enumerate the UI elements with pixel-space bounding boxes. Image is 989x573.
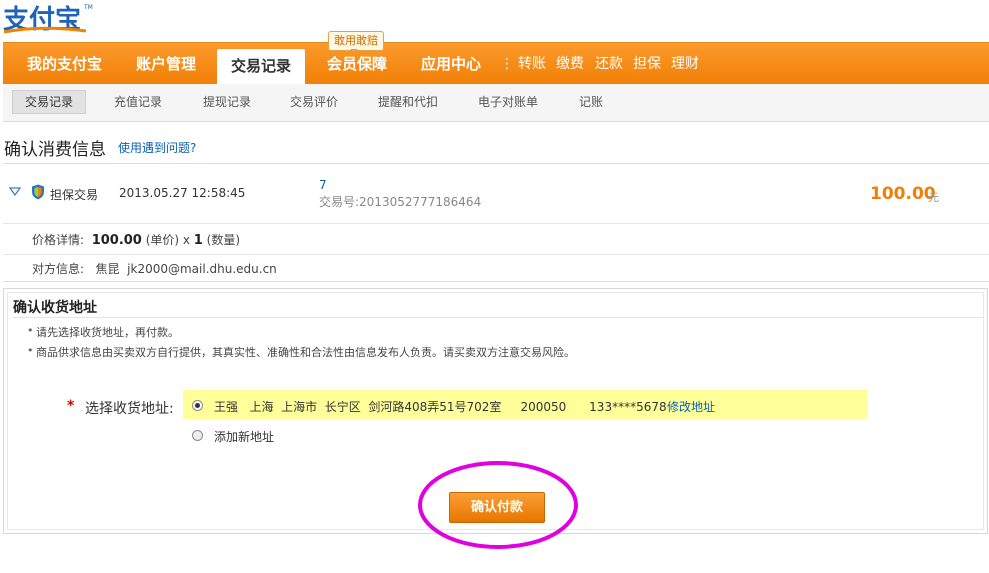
subnav-reminders[interactable]: 提醒和代扣 xyxy=(378,91,438,113)
nav-separator: ⋮ xyxy=(500,56,514,72)
nav-account-management[interactable]: 账户管理 xyxy=(136,43,196,85)
trade-time: 2013.05.27 12:58:45 xyxy=(119,186,246,200)
nav-quick-repay[interactable]: 还款 xyxy=(595,43,623,85)
bubble-tail xyxy=(350,49,358,53)
sub-nav-bar: 交易记录 充值记录 提现记录 交易评价 提醒和代扣 电子对账单 记账 xyxy=(3,84,989,122)
subnav-recharge-records[interactable]: 充值记录 xyxy=(114,91,162,113)
subnav-withdraw-records[interactable]: 提现记录 xyxy=(203,91,251,113)
edit-address-link[interactable]: 修改地址 xyxy=(667,398,715,415)
nav-app-center[interactable]: 应用中心 xyxy=(421,43,481,85)
party-name: 焦昆 xyxy=(95,262,120,276)
tip-select-address: 请先选择收货地址，再付款。 xyxy=(27,324,179,340)
party-info: 对方信息: 焦昆 jk2000@mail.dhu.edu.cn xyxy=(32,260,277,277)
nav-quick-pay-bills[interactable]: 缴费 xyxy=(556,43,584,85)
expand-triangle-icon[interactable] xyxy=(9,187,21,196)
subnav-trade-records[interactable]: 交易记录 xyxy=(12,90,87,114)
unit-price-suffix: (单价) x xyxy=(145,233,190,247)
add-new-address-label[interactable]: 添加新地址 xyxy=(214,428,274,445)
trade-amount: 100.00 xyxy=(870,184,936,204)
alipay-logo[interactable]: 支付宝 TM xyxy=(2,1,98,35)
nav-quick-escrow[interactable]: 担保 xyxy=(633,43,661,85)
quantity: 1 xyxy=(193,233,203,248)
price-detail: 价格详情: 100.00 (单价) x 1 (数量) xyxy=(32,231,240,248)
trade-currency-unit: 元 xyxy=(928,191,939,204)
tip-trade-risk: 商品供求信息由买卖双方自行提供，其真实性、准确性和合法性由信息发布人负责。请买卖… xyxy=(27,344,575,360)
main-nav-bar: 我的支付宝 账户管理 交易记录 会员保障 应用中心 ⋮ 转账 缴费 还款 担保 … xyxy=(3,42,989,85)
address-radio-existing[interactable] xyxy=(192,400,203,411)
divider xyxy=(13,317,983,318)
nav-quick-finance[interactable]: 理财 xyxy=(671,43,699,85)
subnav-trade-reviews[interactable]: 交易评价 xyxy=(290,91,338,113)
quantity-suffix: (数量) xyxy=(206,233,241,247)
page-title: 确认消费信息 xyxy=(4,140,106,160)
nav-trade-records[interactable]: 交易记录 xyxy=(217,49,306,85)
nav-quick-transfer[interactable]: 转账 xyxy=(518,43,546,85)
subnav-bookkeeping[interactable]: 记账 xyxy=(579,91,603,113)
party-label: 对方信息: xyxy=(32,262,85,276)
address-radio-new[interactable] xyxy=(192,430,203,441)
guarantee-bubble: 敢用敢赔 xyxy=(328,31,384,51)
trade-number-label: 交易号: xyxy=(319,195,360,209)
price-label: 价格详情: xyxy=(32,233,85,247)
trade-name-link[interactable]: 7 xyxy=(319,178,327,192)
party-email: jk2000@mail.dhu.edu.cn xyxy=(127,262,277,276)
select-address-label: 选择收货地址: xyxy=(85,401,174,417)
unit-price: 100.00 xyxy=(91,233,142,248)
nav-my-alipay[interactable]: 我的支付宝 xyxy=(27,43,102,85)
subnav-e-statement[interactable]: 电子对账单 xyxy=(478,91,538,113)
address-title: 确认收货地址 xyxy=(13,300,97,316)
help-link[interactable]: 使用遇到问题? xyxy=(118,139,196,156)
existing-address[interactable]: 王强 上海 上海市 长宁区 剑河路408弄51号702室 200050 133*… xyxy=(214,398,667,415)
trade-type: 担保交易 xyxy=(50,188,99,202)
required-marker: * xyxy=(67,398,75,414)
trade-number: 交易号:2013052777186464 xyxy=(319,193,481,210)
annotation-circle xyxy=(418,461,578,549)
shield-icon xyxy=(32,184,44,200)
trade-number-value: 2013052777186464 xyxy=(359,195,482,209)
logo-tm: TM xyxy=(83,4,93,11)
